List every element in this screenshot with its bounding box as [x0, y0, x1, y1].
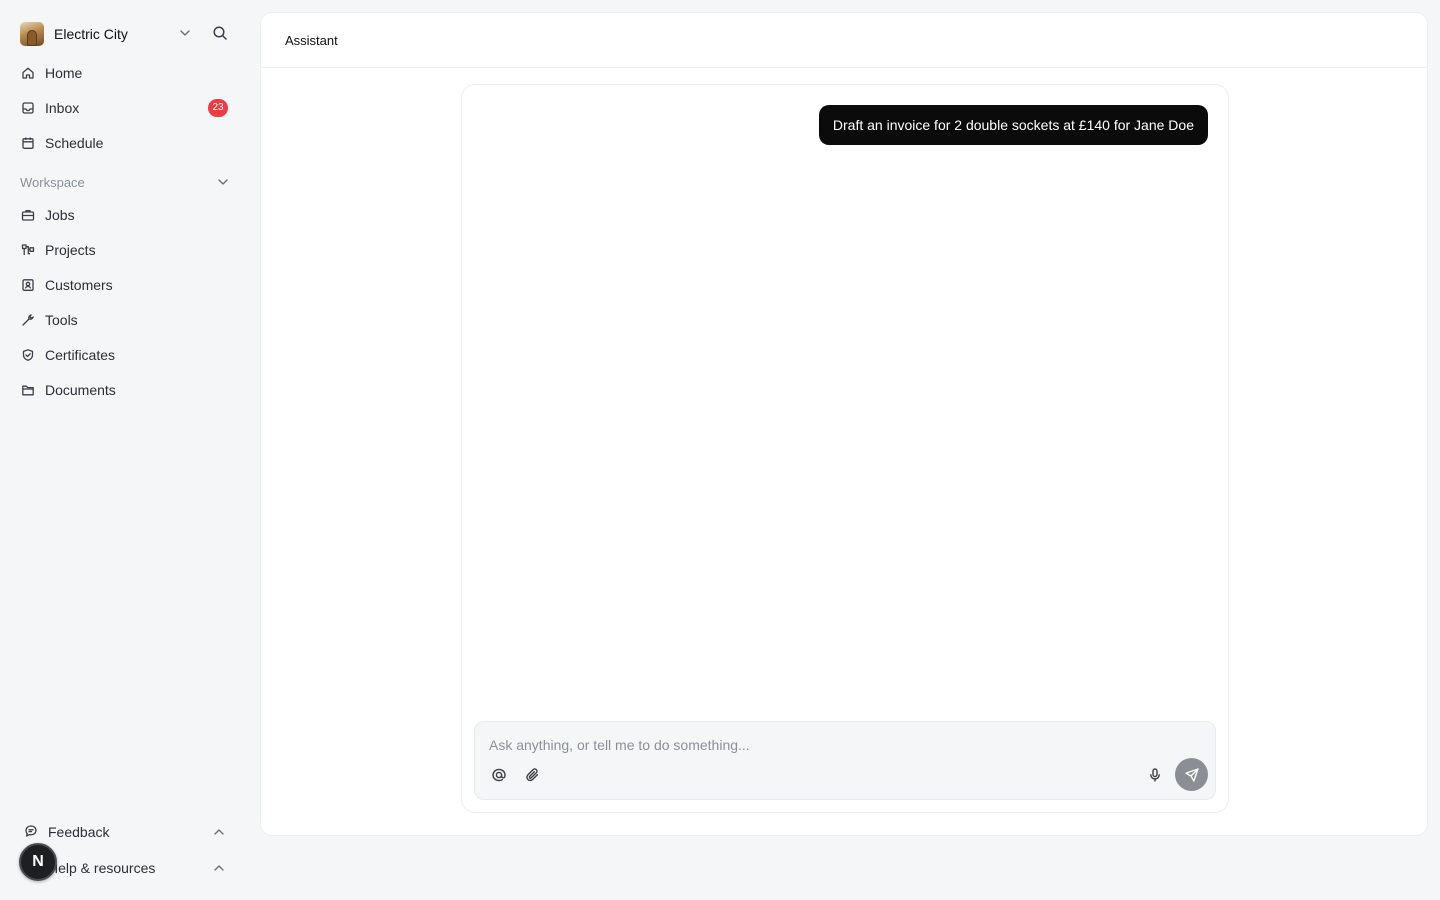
inbox-count-badge: 23 — [208, 99, 228, 117]
projects-icon — [20, 242, 36, 258]
nav-item-schedule[interactable]: Schedule — [20, 129, 232, 157]
home-icon — [20, 65, 36, 81]
calendar-icon — [20, 135, 36, 151]
nav-item-jobs[interactable]: Jobs — [20, 201, 232, 229]
nav-item-certificates[interactable]: Certificates — [20, 341, 232, 369]
send-button[interactable] — [1175, 758, 1208, 791]
at-icon[interactable] — [489, 765, 509, 785]
chevron-up-icon[interactable] — [212, 825, 226, 842]
nav-item-projects[interactable]: Projects — [20, 236, 232, 264]
nav-item-home[interactable]: Home — [20, 59, 232, 87]
workspace-section-header[interactable]: Workspace — [20, 172, 232, 192]
nav-label-schedule: Schedule — [45, 135, 104, 151]
chat-composer — [474, 721, 1216, 800]
chat-panel: Draft an invoice for 2 double sockets at… — [461, 84, 1229, 813]
sidebar: Electric City Home Inbox 23 Schedule Wor… — [0, 0, 248, 900]
nav-label-tools: Tools — [45, 312, 78, 328]
nav-item-tools[interactable]: Tools — [20, 306, 232, 334]
send-icon — [1184, 767, 1200, 783]
inbox-icon — [20, 100, 36, 116]
workspace-section-title: Workspace — [20, 174, 85, 190]
nav-label-home: Home — [45, 65, 83, 81]
nav-item-inbox[interactable]: Inbox 23 — [20, 94, 232, 122]
chevron-down-icon[interactable] — [178, 26, 192, 45]
user-message-bubble: Draft an invoice for 2 double sockets at… — [818, 105, 1208, 145]
chat-input[interactable] — [489, 735, 1189, 755]
main-header: Assistant — [261, 13, 1427, 68]
nav-label-jobs: Jobs — [45, 207, 75, 223]
nav-item-documents[interactable]: Documents — [20, 376, 232, 404]
nav-label-documents: Documents — [45, 382, 116, 398]
shield-check-icon — [20, 347, 36, 363]
paperclip-icon[interactable] — [523, 765, 543, 785]
feedback-item[interactable]: Feedback — [24, 820, 230, 844]
chevron-up-icon[interactable] — [212, 861, 226, 878]
nav-label-inbox: Inbox — [45, 100, 80, 116]
nav-label-certificates: Certificates — [45, 347, 116, 363]
nav-label-projects: Projects — [45, 242, 96, 258]
wrench-icon — [20, 312, 36, 328]
page-title: Assistant — [285, 32, 338, 48]
feedback-label: Feedback — [48, 824, 110, 840]
contacts-icon — [20, 277, 36, 293]
main-panel: Assistant Draft an invoice for 2 double … — [260, 12, 1428, 836]
chat-bubble-icon — [24, 824, 38, 841]
org-logo — [20, 21, 44, 46]
nav-item-customers[interactable]: Customers — [20, 271, 232, 299]
org-switcher[interactable]: Electric City — [20, 21, 236, 46]
org-name: Electric City — [54, 25, 128, 42]
search-icon[interactable] — [212, 25, 228, 46]
folder-icon — [20, 382, 36, 398]
chevron-down-icon[interactable] — [216, 175, 230, 192]
help-resources-label: Help & resources — [48, 860, 156, 876]
nav-label-customers: Customers — [45, 277, 113, 293]
briefcase-icon — [20, 207, 36, 223]
user-avatar[interactable]: N — [19, 843, 57, 881]
microphone-icon[interactable] — [1145, 765, 1165, 785]
